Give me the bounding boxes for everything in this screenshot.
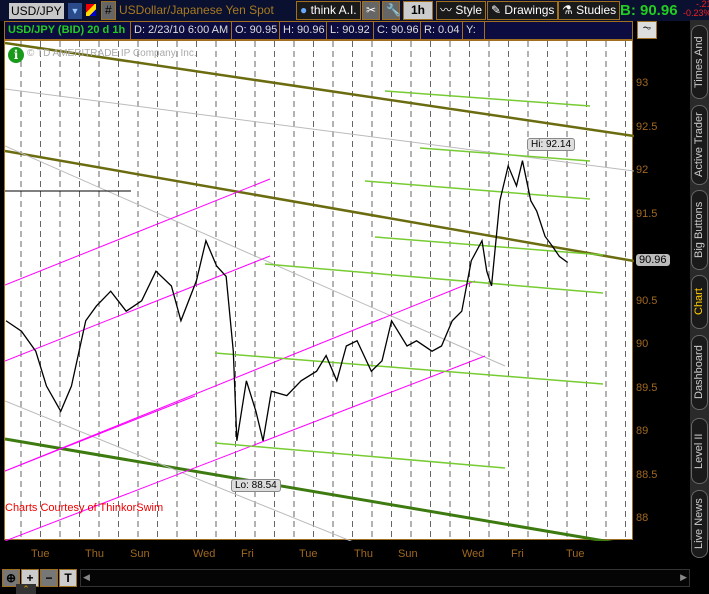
x-tick-label: Sun bbox=[398, 548, 418, 560]
style-label: Style bbox=[455, 3, 483, 17]
x-tick-label: Sun bbox=[130, 548, 150, 560]
chart-title: USD/JPY (BID) 20 d 1h bbox=[5, 22, 131, 39]
high-readout: H: 90.96 bbox=[280, 22, 327, 39]
studies-label: Studies bbox=[576, 3, 617, 17]
style-button[interactable]: 〰 Style bbox=[436, 1, 487, 20]
globe-icon: ● bbox=[300, 3, 308, 17]
symbol-dropdown-icon[interactable]: ▼ bbox=[68, 3, 82, 19]
zoom-out-icon[interactable]: − bbox=[40, 569, 58, 587]
y-tick-label: 90.5 bbox=[636, 294, 658, 307]
wrench-icon[interactable]: 🔧 bbox=[382, 1, 401, 20]
date-readout: D: 2/23/10 6:00 AM bbox=[131, 22, 232, 39]
y-tick-label: 90 bbox=[636, 338, 649, 350]
interval-button[interactable]: 1h bbox=[403, 1, 433, 20]
think-ai-button[interactable]: ● think A.I. bbox=[296, 1, 361, 20]
scroll-left-icon[interactable]: ◀ bbox=[83, 572, 90, 583]
change: -.21-0.23% bbox=[683, 0, 709, 18]
expand-icon[interactable]: ⌃ bbox=[16, 584, 36, 594]
symbol-input[interactable]: USD/JPY bbox=[9, 3, 64, 19]
hash-button[interactable]: # bbox=[101, 1, 116, 20]
trendline bbox=[5, 400, 353, 541]
x-tick-label: Tue bbox=[566, 548, 585, 560]
copyright: © TD AMERITRADE IP Company, Inc. bbox=[27, 48, 197, 59]
channel-line bbox=[5, 280, 476, 472]
range-readout: R: 0.04 bbox=[421, 22, 463, 39]
fan-line bbox=[214, 442, 506, 469]
courtesy-text: Charts Courtesy of ThinkorSwim bbox=[5, 502, 164, 514]
open-readout: O: 90.95 bbox=[232, 22, 280, 39]
side-tabs: Times And Sales Active Trader Big Buttons C… bbox=[690, 20, 709, 558]
x-tick-label: Tue bbox=[299, 548, 318, 560]
y-tick-label: 88.5 bbox=[636, 468, 658, 481]
drawings-button[interactable]: ✎ Drawings bbox=[487, 1, 559, 20]
info-icon[interactable]: i bbox=[8, 47, 24, 63]
channel-line bbox=[5, 395, 196, 472]
pencil-icon: ✎ bbox=[491, 3, 502, 17]
x-tick-label: Wed bbox=[193, 548, 216, 560]
change-pct: -0.23% bbox=[683, 8, 709, 18]
last-price-label: 90.96 bbox=[636, 254, 670, 266]
think-ai-label: think A.I. bbox=[310, 3, 357, 17]
y-readout: Y: bbox=[463, 22, 485, 39]
x-tick-label: Thu bbox=[85, 548, 104, 560]
symbol-description: USDollar/Japanese Yen Spot bbox=[119, 3, 274, 17]
studies-button[interactable]: ⚗ Studies bbox=[558, 1, 621, 20]
scroll-right-icon[interactable]: ▶ bbox=[680, 572, 687, 583]
drawings-label: Drawings bbox=[504, 3, 555, 17]
studies-icon: ⚗ bbox=[562, 3, 573, 17]
chart-area[interactable]: i © TD AMERITRADE IP Company, Inc. Chart… bbox=[4, 40, 634, 541]
low-label: Lo: 88.54 bbox=[231, 479, 281, 492]
fan-line bbox=[264, 263, 604, 294]
tab-big-buttons[interactable]: Big Buttons bbox=[691, 190, 708, 270]
tab-active-trader[interactable]: Active Trader bbox=[691, 105, 708, 185]
price-line bbox=[5, 160, 569, 441]
info-bar: USD/JPY (BID) 20 d 1h D: 2/23/10 6:00 AM… bbox=[4, 21, 633, 40]
chart-settings-icon[interactable]: ⏦ bbox=[637, 21, 657, 39]
close-readout: C: 90.96 bbox=[374, 22, 421, 39]
fan-line bbox=[364, 180, 591, 200]
x-tick-label: Tue bbox=[31, 548, 50, 560]
y-tick-label: 91.5 bbox=[636, 207, 658, 220]
y-tick-label: 89 bbox=[636, 425, 649, 437]
text-tool-button[interactable]: T bbox=[59, 569, 77, 587]
y-tick-label: 92 bbox=[636, 164, 649, 176]
style-icon: 〰 bbox=[440, 3, 453, 17]
x-tick-label: Fri bbox=[511, 548, 524, 560]
tab-level-ii[interactable]: Level II bbox=[691, 418, 708, 484]
y-tick-label: 93 bbox=[636, 77, 649, 89]
crosshair-tool-icon[interactable]: ✂ bbox=[362, 1, 380, 20]
horizontal-scrollbar[interactable]: ◀ ▶ bbox=[80, 569, 690, 587]
high-label: Hi: 92.14 bbox=[527, 138, 576, 151]
y-tick-label: 89.5 bbox=[636, 381, 658, 394]
color-link-icon[interactable] bbox=[86, 4, 96, 16]
trendline bbox=[5, 88, 634, 172]
tab-times-and-sales[interactable]: Times And Sales bbox=[691, 25, 709, 99]
price-chart bbox=[5, 41, 634, 541]
x-tick-label: Wed bbox=[462, 548, 485, 560]
x-tick-label: Fri bbox=[241, 548, 254, 560]
x-tick-label: Thu bbox=[354, 548, 373, 560]
top-toolbar: USD/JPY ▼ # USDollar/Japanese Yen Spot ●… bbox=[0, 0, 709, 21]
low-readout: L: 90.92 bbox=[327, 22, 374, 39]
y-tick-label: 92.5 bbox=[636, 120, 658, 133]
tab-live-news[interactable]: Live News bbox=[691, 490, 708, 558]
fan-line bbox=[214, 352, 604, 385]
y-tick-label: 88 bbox=[636, 512, 649, 524]
tab-dashboard[interactable]: Dashboard bbox=[691, 335, 708, 410]
tab-chart[interactable]: Chart bbox=[691, 275, 708, 329]
bid-price: B: 90.96 bbox=[620, 2, 678, 19]
